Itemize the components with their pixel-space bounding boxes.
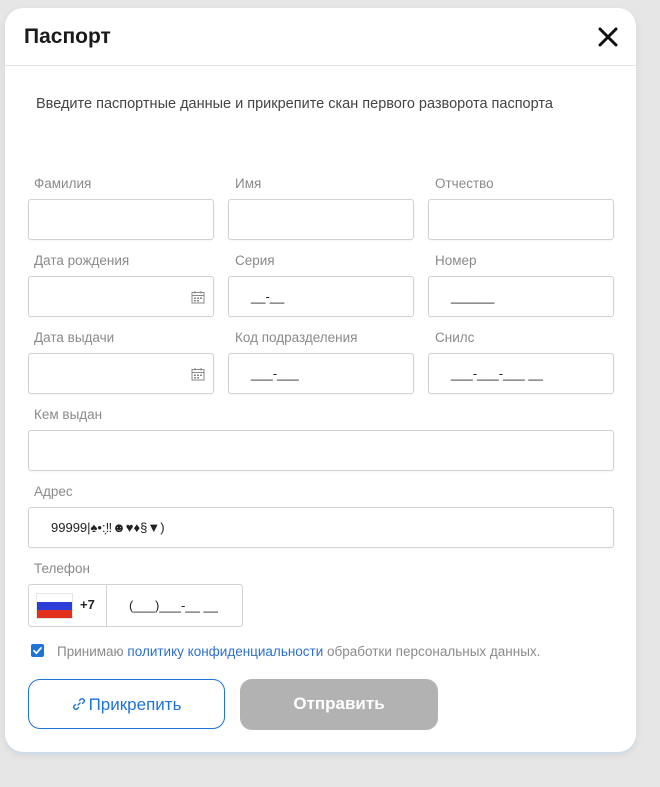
checkmark-icon	[33, 647, 42, 655]
lastname-input[interactable]	[28, 199, 214, 240]
attach-button[interactable]: Прикрепить	[28, 679, 225, 729]
attach-button-label: Прикрепить	[88, 695, 182, 714]
division-code-input[interactable]: ___-___	[228, 353, 414, 394]
birthdate-input[interactable]	[28, 276, 214, 317]
phone-input[interactable]: (___)___-__ __	[129, 598, 218, 613]
series-mask: __-__	[251, 289, 285, 304]
russia-flag-icon[interactable]	[36, 593, 73, 619]
phone-field: +7 (___)___-__ __	[28, 584, 243, 627]
modal-header: Паспорт	[5, 8, 636, 66]
calendar-icon[interactable]	[191, 367, 205, 381]
modal-title: Паспорт	[24, 25, 111, 48]
series-label: Серия	[235, 253, 275, 268]
patronymic-label: Отчество	[435, 176, 494, 191]
number-mask: ______	[451, 289, 495, 304]
issued-by-input[interactable]	[28, 430, 614, 471]
send-button[interactable]: Отправить	[240, 679, 438, 730]
address-input[interactable]: 99999|♠•:̗‼☻♥♦§▼)	[28, 507, 614, 548]
firstname-input[interactable]	[228, 199, 414, 240]
modal-description: Введите паспортные данные и прикрепите с…	[36, 96, 553, 112]
address-label: Адрес	[34, 484, 73, 499]
issued-by-label: Кем выдан	[34, 407, 103, 422]
snils-label: Снилс	[435, 330, 475, 345]
consent-checkbox[interactable]	[31, 644, 44, 657]
firstname-label: Имя	[235, 176, 262, 191]
issue-date-label: Дата выдачи	[34, 330, 115, 345]
birthdate-label: Дата рождения	[34, 253, 130, 268]
patronymic-input[interactable]	[428, 199, 614, 240]
passport-modal: Паспорт Введите паспортные данные и прик…	[5, 8, 636, 752]
snils-input[interactable]: ___-___-___ __	[428, 353, 614, 394]
phone-label: Телефон	[34, 561, 91, 576]
consent-text: Принимаю политику конфиденциальности обр…	[57, 644, 540, 659]
close-icon	[598, 27, 618, 47]
close-button[interactable]	[595, 24, 621, 50]
phone-country-code[interactable]: +7	[80, 597, 95, 612]
calendar-icon[interactable]	[191, 290, 205, 304]
privacy-policy-link[interactable]: политику конфиденциальности	[127, 644, 323, 659]
lastname-label: Фамилия	[34, 176, 92, 191]
issue-date-input[interactable]	[28, 353, 214, 394]
send-button-label: Отправить	[293, 694, 385, 713]
link-icon	[72, 698, 85, 710]
number-input[interactable]: ______	[428, 276, 614, 317]
phone-divider	[106, 585, 107, 626]
division-code-label: Код подразделения	[235, 330, 358, 345]
division-code-mask: ___-___	[251, 366, 299, 381]
address-value: 99999|♠•:̗‼☻♥♦§▼)	[51, 520, 165, 535]
number-label: Номер	[435, 253, 477, 268]
consent-text-after: обработки персональных данных.	[323, 644, 541, 659]
consent-text-before: Принимаю	[57, 644, 128, 659]
snils-mask: ___-___-___ __	[451, 366, 543, 381]
series-input[interactable]: __-__	[228, 276, 414, 317]
